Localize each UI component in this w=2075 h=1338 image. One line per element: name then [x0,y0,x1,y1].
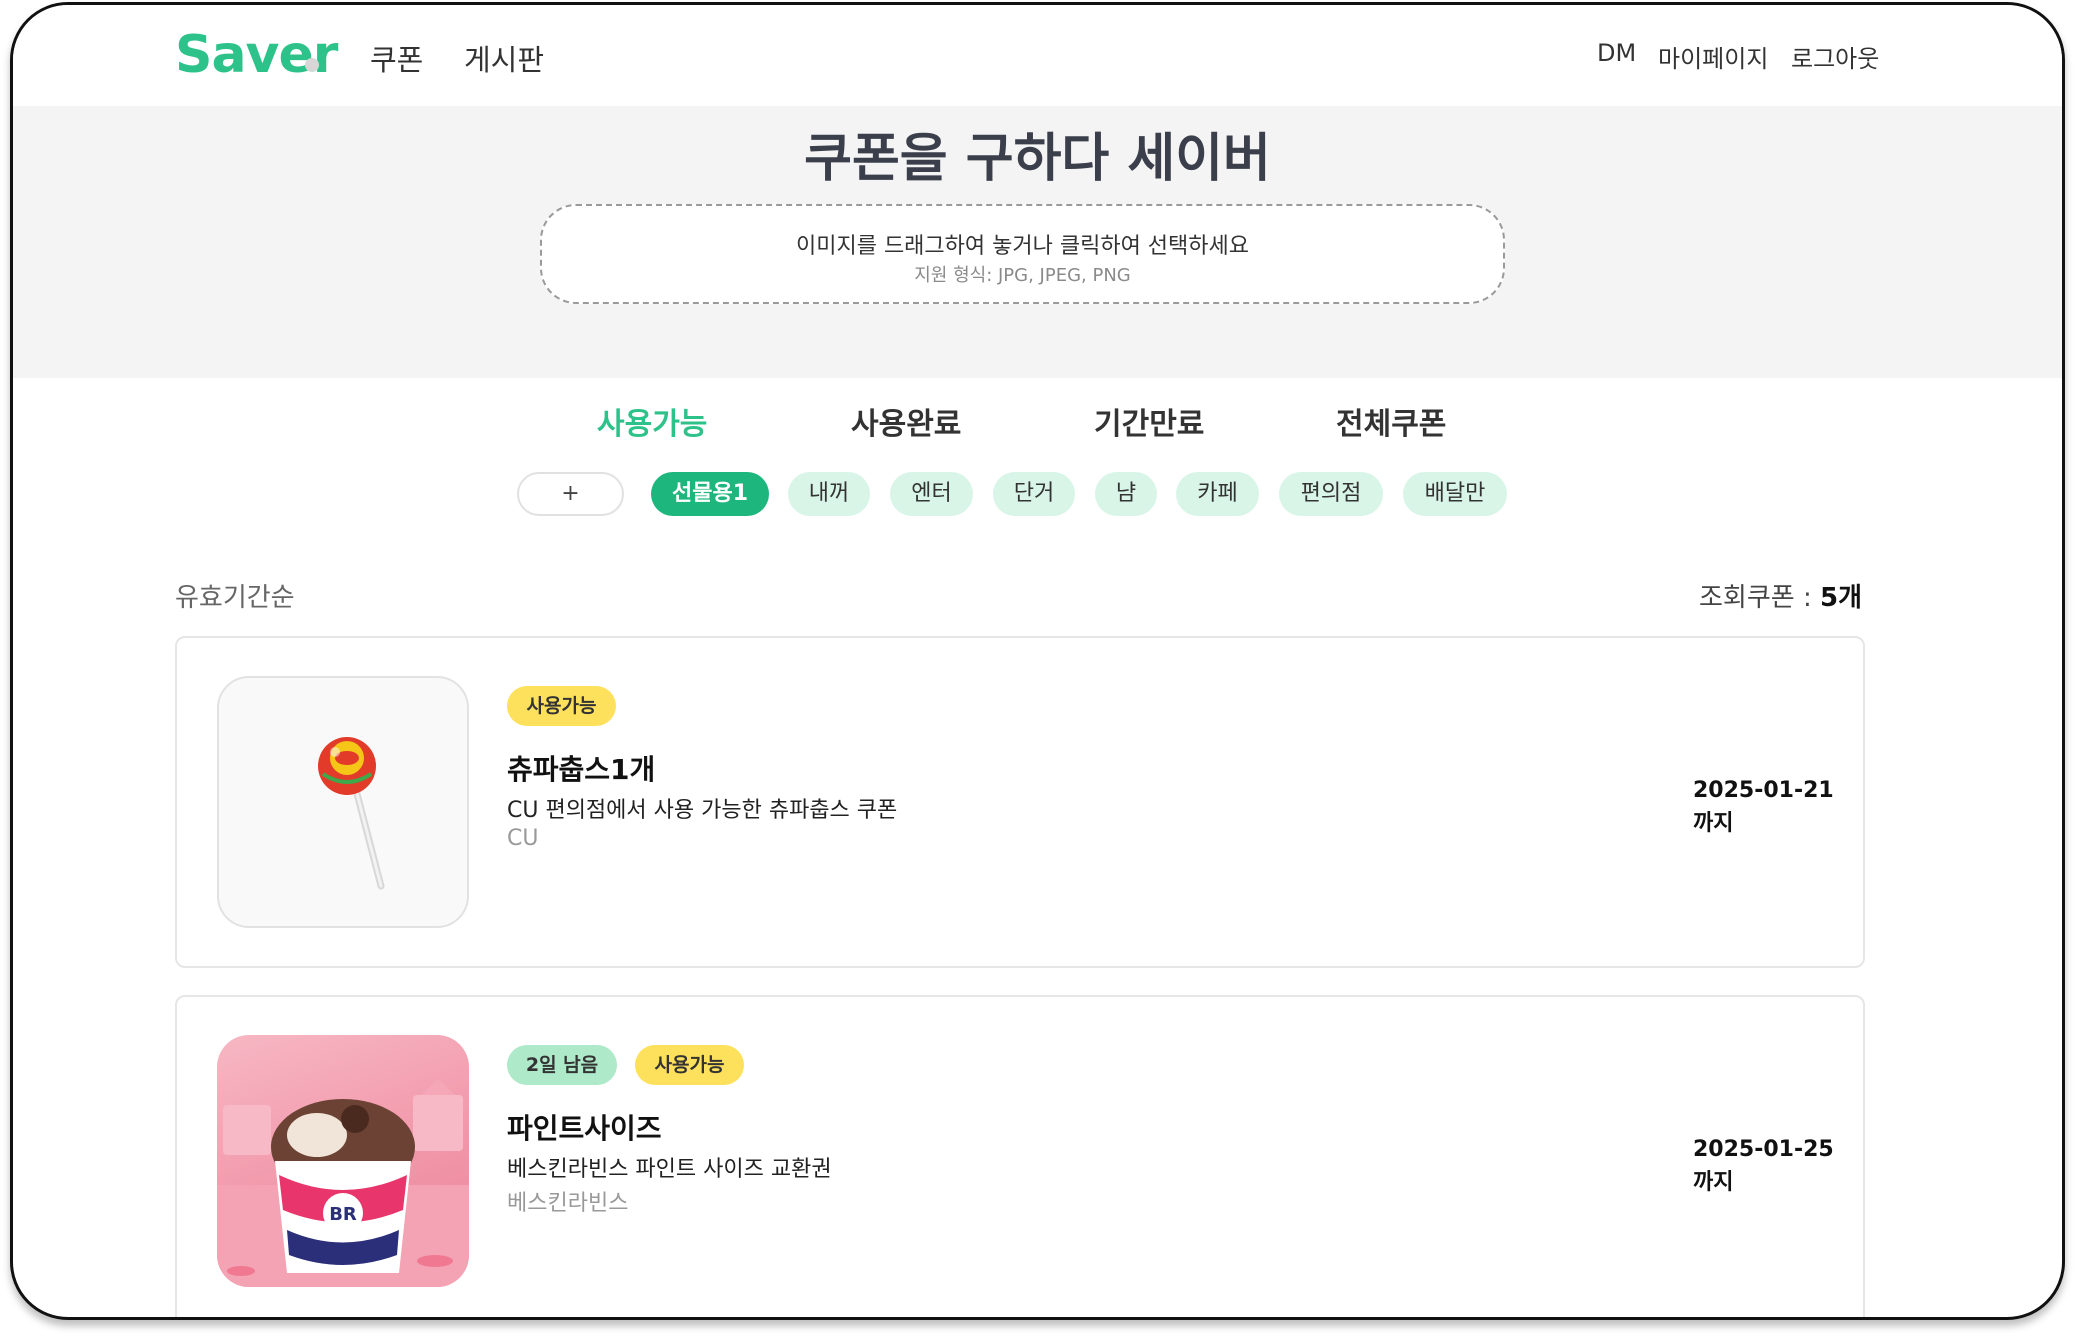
expiry-suffix: 까지 [1693,811,1734,836]
nav-mypage[interactable]: 마이페이지 [1658,39,1768,74]
nav-coupon[interactable]: 쿠폰 [370,37,423,79]
app-window: Saver 쿠폰 게시판 DM 마이페이지 로그아웃 쿠폰을 구하다 세이버 이… [10,2,2065,1320]
saver-logo[interactable]: Saver [175,25,338,85]
coupon-title: 츄파춥스1개 [507,753,656,786]
status-badge: 사용가능 [507,686,616,726]
add-category-button[interactable]: + [517,472,624,516]
ice-cream-icon: BR [217,1079,469,1287]
nav-logout[interactable]: 로그아웃 [1791,39,1879,74]
coupon-description: CU 편의점에서 사용 가능한 츄파춥스 쿠폰 [507,798,898,823]
status-badge: 사용가능 [635,1045,744,1085]
expiry-suffix: 까지 [1693,1170,1734,1195]
category-chip[interactable]: 내꺼 [788,472,870,516]
nav-board[interactable]: 게시판 [464,37,544,79]
expiry-date: 2025-01-25 [1693,1137,1834,1162]
days-left-badge: 2일 남음 [507,1045,617,1085]
category-chip[interactable]: 엔터 [890,472,973,516]
image-dropzone[interactable]: 이미지를 드래그하여 놓거나 클릭하여 선택하세요 지원 형식: JPG, JP… [540,204,1505,304]
tab-all[interactable]: 전체쿠폰 [1336,399,1446,443]
category-chip[interactable]: 편의점 [1279,472,1383,516]
nav-dm[interactable]: DM [1597,39,1636,67]
coupon-card[interactable]: 사용가능 츄파춥스1개 CU 편의점에서 사용 가능한 츄파춥스 쿠폰 CU 2… [175,636,1865,968]
coupon-count: 조회쿠폰 : 5개 [1699,577,1862,614]
coupon-brand: CU [507,826,539,851]
lollipop-image [217,676,469,928]
expiry-date: 2025-01-21 [1693,778,1834,803]
coupon-expiry: 2025-01-25 까지 [1693,1133,1834,1199]
hero-section: 쿠폰을 구하다 세이버 이미지를 드래그하여 놓거나 클릭하여 선택하세요 지원… [13,106,2062,378]
coupon-brand: 베스킨라빈스 [507,1191,629,1216]
tab-expired[interactable]: 기간만료 [1094,399,1204,443]
tab-used[interactable]: 사용완료 [851,399,961,443]
logo-dot-icon [305,58,319,72]
coupon-card[interactable]: BR 2일 남음 사용가능 파인트사이즈 베스킨라빈스 파인트 사이즈 교환권 … [175,995,1865,1317]
lollipop-icon [318,737,385,890]
coupon-title: 파인트사이즈 [507,1112,662,1145]
dropzone-instruction: 이미지를 드래그하여 놓거나 클릭하여 선택하세요 [795,234,1249,259]
coupon-description: 베스킨라빈스 파인트 사이즈 교환권 [507,1157,832,1182]
page-title: 쿠폰을 구하다 세이버 [804,129,1271,189]
dropzone-formats: 지원 형식: JPG, JPEG, PNG [914,265,1131,286]
sort-dropdown[interactable]: 유효기간순 [175,577,295,614]
category-chip[interactable]: 배달만 [1403,472,1507,516]
coupon-count-label: 조회쿠폰 : [1699,583,1820,613]
svg-text:BR: BR [329,1204,357,1225]
category-chip[interactable]: 냠 [1095,472,1157,516]
ice-cream-image: BR [217,1035,469,1287]
tab-available[interactable]: 사용가능 [597,399,707,443]
category-chip[interactable]: 선물용1 [651,472,769,516]
coupon-count-value: 5개 [1819,583,1862,613]
coupon-expiry: 2025-01-21 까지 [1693,774,1834,840]
category-chip[interactable]: 카페 [1176,472,1259,516]
category-chip[interactable]: 단거 [993,472,1075,516]
top-nav: Saver 쿠폰 게시판 DM 마이페이지 로그아웃 [13,5,2062,106]
